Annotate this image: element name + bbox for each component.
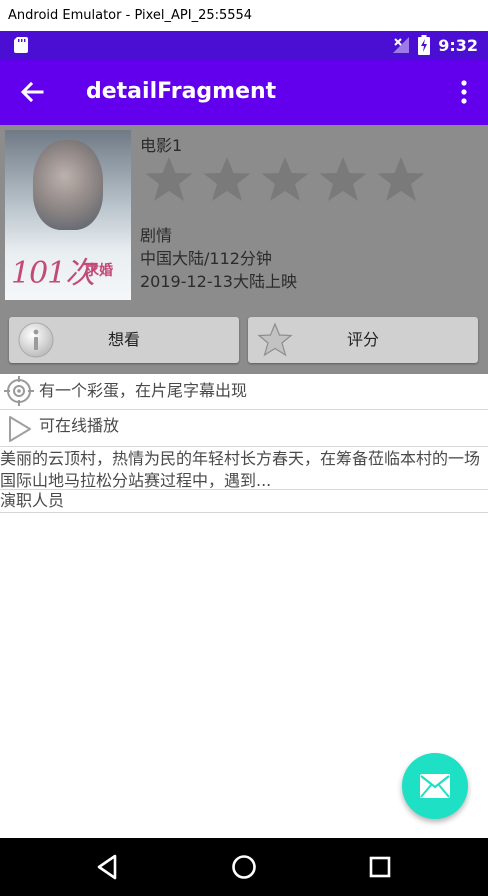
- star-icon[interactable]: [202, 155, 252, 205]
- email-icon: [420, 774, 450, 798]
- battery-charging-icon: [418, 35, 431, 55]
- want-to-watch-label: 想看: [107, 330, 140, 349]
- poster-figure: [33, 140, 103, 230]
- clock: 9:32: [438, 35, 478, 55]
- movie-title: 电影1: [140, 136, 183, 155]
- nav-home-icon[interactable]: [229, 852, 259, 882]
- cast-label: 演职人员: [0, 491, 65, 510]
- easter-egg-row: 有一个彩蛋，在片尾字幕出现: [0, 374, 488, 410]
- rate-label: 评分: [346, 330, 379, 349]
- app-bar: detailFragment: [0, 59, 488, 125]
- status-icons: 9:32: [392, 31, 478, 59]
- star-icon[interactable]: [376, 155, 426, 205]
- poster-title-art: 101次: [11, 256, 95, 291]
- description-row[interactable]: 美丽的云顶村，热情为民的年轻村长方春天，在筹备莅临本村的一场国际山地马拉松分站赛…: [0, 447, 488, 490]
- signal-off-icon: [393, 37, 410, 53]
- cast-row[interactable]: 演职人员: [0, 490, 488, 513]
- movie-region-duration: 中国大陆/112分钟: [140, 249, 272, 268]
- nav-back-icon[interactable]: [93, 852, 123, 882]
- target-icon: [4, 376, 34, 406]
- online-playback-text: 可在线播放: [39, 416, 120, 435]
- rate-button[interactable]: 评分: [248, 317, 478, 363]
- navigation-bar: [0, 838, 488, 896]
- nav-recents-icon[interactable]: [365, 852, 395, 882]
- status-bar: 9:32: [0, 31, 488, 59]
- emulator-window-title: Android Emulator - Pixel_API_25:5554: [0, 0, 488, 31]
- poster-subtitle-art: 求婚: [85, 263, 113, 279]
- movie-release-date: 2019-12-13大陆上映: [140, 272, 297, 291]
- star-icon[interactable]: [144, 155, 194, 205]
- star-icon[interactable]: [260, 155, 310, 205]
- page-title: detailFragment: [86, 79, 277, 104]
- movie-poster: 101次 求婚: [5, 130, 131, 300]
- want-to-watch-button[interactable]: 想看: [9, 317, 239, 363]
- play-icon: [9, 416, 31, 442]
- email-fab[interactable]: [402, 753, 468, 819]
- movie-header: 101次 求婚 电影1 剧情 中国大陆/112分钟 2019-12-13大陆上映…: [0, 125, 488, 374]
- movie-description: 美丽的云顶村，热情为民的年轻村长方春天，在筹备莅临本村的一场国际山地马拉松分站赛…: [0, 449, 481, 490]
- sd-card-icon: [14, 37, 28, 53]
- rating-stars[interactable]: [144, 155, 426, 205]
- star-icon[interactable]: [318, 155, 368, 205]
- online-playback-row[interactable]: 可在线播放: [0, 410, 488, 447]
- movie-genre: 剧情: [140, 226, 173, 245]
- more-vert-icon[interactable]: [454, 78, 474, 106]
- back-arrow-icon[interactable]: [16, 76, 48, 108]
- easter-egg-text: 有一个彩蛋，在片尾字幕出现: [39, 381, 248, 400]
